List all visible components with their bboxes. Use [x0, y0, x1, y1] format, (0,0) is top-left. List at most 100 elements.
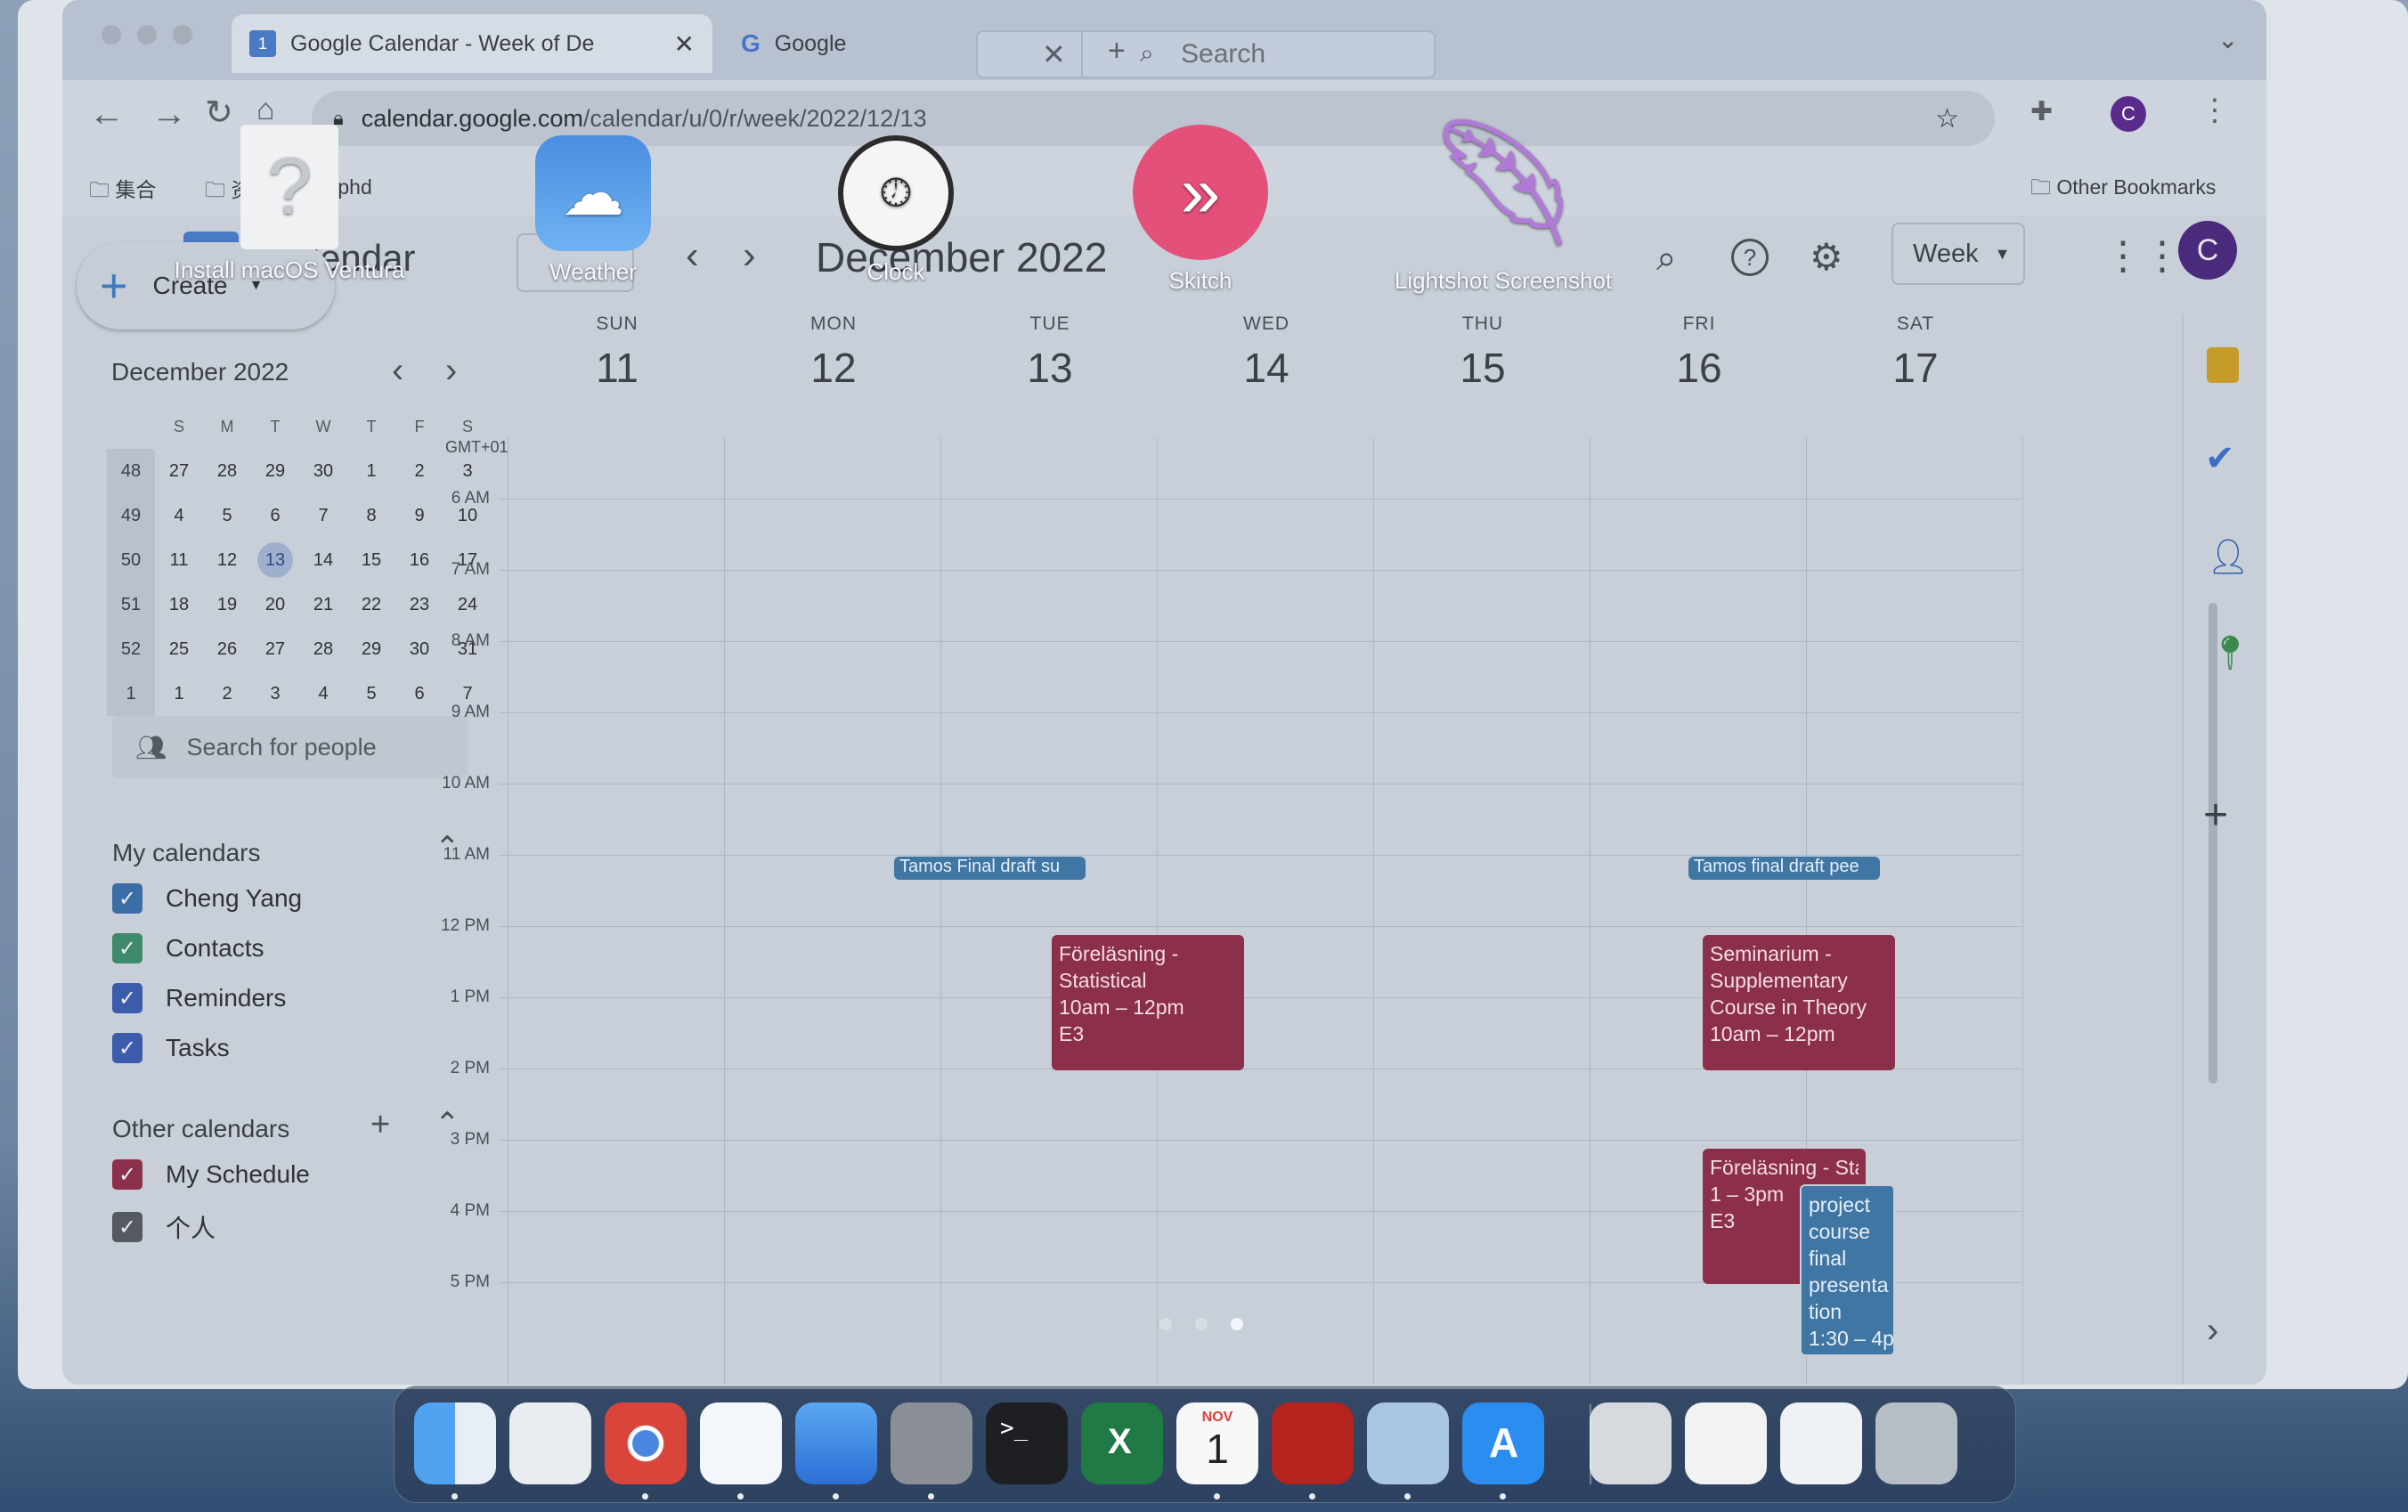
day-header[interactable]: MON 12 — [727, 313, 940, 392]
terminal-dock-icon[interactable]: >_ — [986, 1402, 1068, 1484]
add-icon[interactable]: + — [1108, 34, 1126, 69]
page-dot-3-active[interactable] — [1231, 1318, 1243, 1330]
other-bookmarks[interactable]: 🗀︎ Other Bookmarks — [2030, 173, 2216, 207]
mini-prev-icon[interactable]: ‹ — [392, 351, 403, 391]
more-menu-icon[interactable]: ⋮ — [2200, 93, 2230, 128]
launchpad-dock-icon[interactable] — [509, 1402, 591, 1484]
mini-day[interactable]: 24 — [443, 582, 492, 627]
day-number[interactable]: 11 — [510, 344, 724, 392]
add-calendar-icon[interactable]: + — [370, 1106, 390, 1144]
mini-day[interactable]: 11 — [155, 538, 203, 582]
tasks-icon[interactable]: ✔ — [2205, 438, 2235, 479]
day-header[interactable]: SUN 11 — [510, 313, 724, 392]
mini-week-number[interactable]: 49 — [107, 493, 155, 538]
event-tamos-final-draft-wed[interactable]: Tamos final draft pee — [1688, 857, 1880, 880]
extensions-icon[interactable]: ✚ — [2030, 96, 2053, 127]
day-number[interactable]: 14 — [1159, 344, 1373, 392]
day-number[interactable]: 12 — [727, 344, 940, 392]
launch-app-skitch[interactable]: » Skitch — [1085, 125, 1316, 295]
system-settings-dock-icon[interactable] — [891, 1402, 972, 1484]
account-avatar[interactable]: C — [2178, 221, 2237, 280]
maps-icon[interactable]: 📍︎ — [2209, 634, 2251, 673]
mini-day[interactable]: 4 — [299, 671, 347, 716]
finder-dock-icon[interactable] — [414, 1402, 496, 1484]
checkbox-icon[interactable]: ✓ — [112, 883, 142, 914]
launch-app-lightshot[interactable]: 🪶︎ Lightshot Screenshot — [1387, 107, 1619, 295]
expand-panel-icon[interactable]: › — [2207, 1311, 2218, 1351]
day-header[interactable]: TUE 13 — [943, 313, 1157, 392]
event-tamos-final-draft-mon[interactable]: Tamos Final draft su — [894, 857, 1086, 880]
doc-thumb-2-dock-icon[interactable] — [1780, 1402, 1862, 1484]
launch-app-installer[interactable]: ? Install macOS Ventura — [174, 125, 405, 284]
vscode-dock-icon[interactable] — [700, 1402, 782, 1484]
mini-day[interactable]: 5 — [347, 671, 395, 716]
doc-thumb-1-dock-icon[interactable] — [1685, 1402, 1767, 1484]
event-project-course-fri[interactable]: project course final presenta tion 1:30 … — [1800, 1184, 1895, 1356]
mini-day[interactable]: 26 — [203, 627, 251, 671]
close-search-icon[interactable]: ✕ — [1042, 37, 1066, 71]
mini-day[interactable]: 29 — [347, 627, 395, 671]
checkbox-icon[interactable]: ✓ — [112, 1212, 142, 1242]
mini-day[interactable]: 8 — [347, 493, 395, 538]
calendar-dock-icon[interactable]: NOV 1 — [1176, 1402, 1258, 1484]
mini-day[interactable]: 25 — [155, 627, 203, 671]
mini-day[interactable]: 1 — [347, 449, 395, 493]
bookmark-star-icon[interactable]: ☆ — [1935, 103, 1959, 134]
mini-day[interactable]: 21 — [299, 582, 347, 627]
mini-week-number[interactable]: 51 — [107, 582, 155, 627]
mini-day[interactable]: 19 — [203, 582, 251, 627]
close-window-icon[interactable] — [102, 25, 121, 45]
mini-next-icon[interactable]: › — [445, 351, 457, 391]
add-addon-icon[interactable]: + — [2203, 791, 2228, 840]
mini-day[interactable]: 27 — [155, 449, 203, 493]
mini-week-number[interactable]: 52 — [107, 627, 155, 671]
screenshot-utility-dock-icon[interactable] — [1590, 1402, 1672, 1484]
settings-gear-icon[interactable]: ⚙ — [1810, 235, 1843, 279]
excel-dock-icon[interactable]: X — [1081, 1402, 1163, 1484]
mini-day[interactable]: 5 — [203, 493, 251, 538]
trash-dock-icon[interactable] — [1875, 1402, 1957, 1484]
day-header[interactable]: THU 15 — [1376, 313, 1590, 392]
apps-grid-icon[interactable]: ⋮⋮ — [2103, 233, 2182, 279]
calendar-list-item[interactable]: ✓ 个人 — [112, 1209, 216, 1245]
mini-day[interactable]: 7 — [299, 493, 347, 538]
search-people-input[interactable]: 👥︎ Search for people — [112, 716, 468, 778]
mini-week-number[interactable]: 1 — [107, 671, 155, 716]
mini-week-number[interactable]: 48 — [107, 449, 155, 493]
checkbox-icon[interactable]: ✓ — [112, 983, 142, 1013]
zoom-window-icon[interactable] — [173, 25, 192, 45]
back-arrow-icon[interactable]: ← — [89, 94, 125, 134]
mini-week-number[interactable]: 50 — [107, 538, 155, 582]
event-seminarium-fri[interactable]: Seminarium - Supplementary Course in The… — [1703, 935, 1895, 1070]
tab-google-calendar[interactable]: 1 Google Calendar - Week of De ✕ — [232, 14, 712, 73]
mini-day[interactable]: 1 — [155, 671, 203, 716]
mini-day[interactable]: 2 — [203, 671, 251, 716]
page-dot-2[interactable] — [1195, 1318, 1208, 1330]
day-header[interactable]: WED 14 — [1159, 313, 1373, 392]
mini-day[interactable]: 13 — [251, 538, 299, 582]
mini-day[interactable]: 14 — [299, 538, 347, 582]
checkbox-icon[interactable]: ✓ — [112, 933, 142, 963]
mini-day[interactable]: 22 — [347, 582, 395, 627]
mini-day[interactable]: 3 — [251, 671, 299, 716]
home-icon[interactable]: ⌂ — [256, 93, 275, 127]
day-number[interactable]: 15 — [1376, 344, 1590, 392]
calendar-list-item[interactable]: ✓ My Schedule — [112, 1159, 310, 1190]
calendar-list-item[interactable]: ✓ Cheng Yang — [112, 883, 302, 914]
day-header[interactable]: FRI 16 — [1592, 313, 1806, 392]
day-number[interactable]: 16 — [1592, 344, 1806, 392]
mini-day[interactable]: 27 — [251, 627, 299, 671]
mini-day[interactable]: 30 — [299, 449, 347, 493]
calendar-list-item[interactable]: ✓ Tasks — [112, 1033, 230, 1063]
chrome-dock-icon[interactable] — [605, 1402, 687, 1484]
next-week-icon[interactable]: › — [743, 233, 756, 278]
event-forelasning-tue[interactable]: Föreläsning - Statistical 10am – 12pm E3 — [1052, 935, 1244, 1070]
bookmark-folder-1[interactable]: 🗀︎ 集合 — [89, 173, 156, 210]
help-icon[interactable]: ? — [1731, 239, 1769, 276]
mini-day[interactable]: 4 — [155, 493, 203, 538]
day-number[interactable]: 13 — [943, 344, 1157, 392]
tab-list-chevron-icon[interactable]: ⌄ — [2217, 25, 2238, 54]
mail-dock-icon[interactable] — [795, 1402, 877, 1484]
search-icon[interactable]: ⌕ — [1656, 239, 1676, 279]
acrobat-dock-icon[interactable] — [1272, 1402, 1354, 1484]
